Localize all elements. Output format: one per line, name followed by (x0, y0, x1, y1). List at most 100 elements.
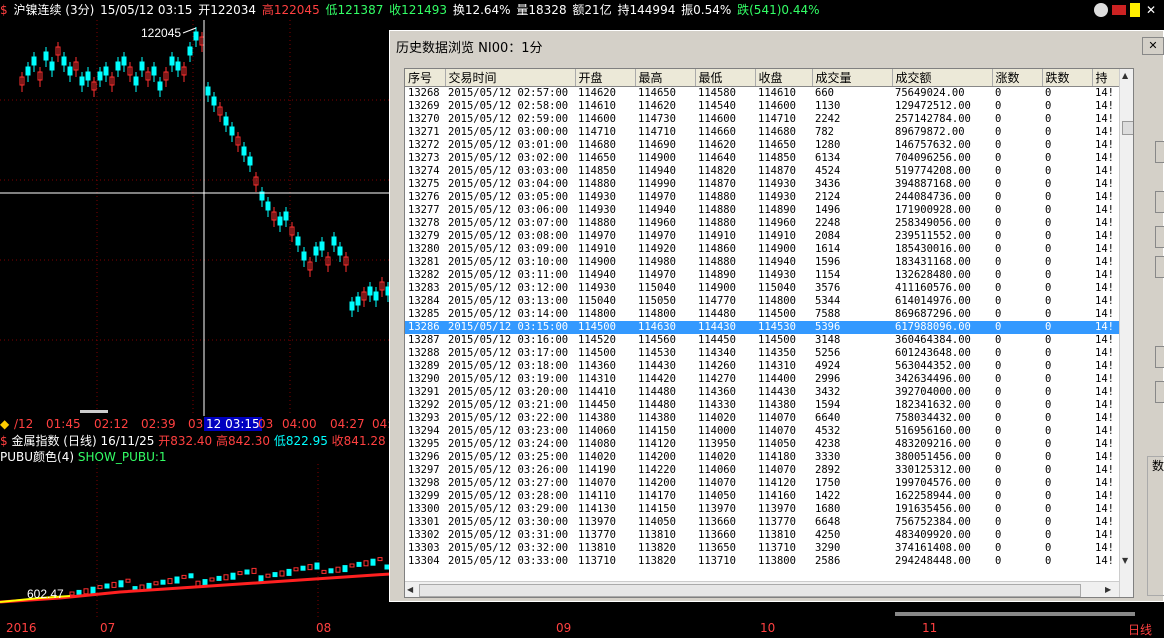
table-row[interactable]: 13272 2015/05/12 03:01:00 114680 114690 1146… (405, 139, 1119, 152)
column-header[interactable]: 最低 (695, 69, 756, 87)
table-row[interactable]: 13269 2015/05/12 02:58:00 114610 114620 1145… (405, 100, 1119, 113)
table-row[interactable]: 13285 2015/05/12 03:14:00 114800 114800 1144… (405, 308, 1119, 321)
bottom-scrollbar[interactable] (895, 612, 1135, 616)
table-cell: 114880 (698, 256, 736, 268)
table-row[interactable]: 13277 2015/05/12 03:06:00 114930 114940 1148… (405, 204, 1119, 217)
table-cell: 114520 (578, 334, 616, 346)
table-cell: 0 (995, 373, 1002, 385)
table-cell: 0 (995, 503, 1002, 515)
table-cell: 114880 (578, 178, 616, 190)
side-button[interactable] (1155, 346, 1164, 368)
side-button[interactable] (1155, 381, 1164, 403)
column-header[interactable]: 交易时间 (445, 69, 576, 87)
table-row[interactable]: 13290 2015/05/12 03:19:00 114310 114420 1142… (405, 373, 1119, 386)
column-header[interactable]: 跌数 (1042, 69, 1093, 87)
table-row[interactable]: 13270 2015/05/12 02:59:00 114600 114730 1146… (405, 113, 1119, 126)
column-header[interactable]: 持 (1092, 69, 1120, 87)
side-button[interactable] (1155, 226, 1164, 248)
side-button[interactable] (1155, 256, 1164, 278)
table-cell: 3330 (815, 451, 841, 463)
column-header[interactable]: 收盘 (755, 69, 813, 87)
table-row[interactable]: 13293 2015/05/12 03:22:00 114380 114380 1140… (405, 412, 1119, 425)
column-header[interactable]: 序号 (405, 69, 446, 87)
table-row[interactable]: 13286 2015/05/12 03:15:00 114500 114630 1144… (405, 321, 1119, 334)
table-cell: 411160576.00 (895, 282, 971, 294)
table-cell: 114970 (638, 269, 676, 281)
side-button[interactable] (1155, 141, 1164, 163)
table-cell: 2015/05/12 03:18:00 (448, 360, 569, 372)
scroll-thumb[interactable] (1122, 121, 1133, 135)
scroll-down-icon[interactable]: ▼ (1122, 556, 1128, 565)
table-cell: 113710 (578, 555, 616, 567)
table-row[interactable]: 13299 2015/05/12 03:28:00 114110 114170 1140… (405, 490, 1119, 503)
index-daily-chart[interactable]: 602.47 (0, 464, 390, 620)
table-row[interactable]: 13281 2015/05/12 03:10:00 114900 114980 1148… (405, 256, 1119, 269)
table-row[interactable]: 13300 2015/05/12 03:29:00 114130 114150 1139… (405, 503, 1119, 516)
table-cell: 114450 (578, 399, 616, 411)
table-row[interactable]: 13291 2015/05/12 03:20:00 114410 114480 1143… (405, 386, 1119, 399)
toolbar-icon[interactable] (1112, 5, 1126, 15)
table-cell: 114650 (638, 87, 676, 99)
table-row[interactable]: 13282 2015/05/12 03:11:00 114940 114970 1148… (405, 269, 1119, 282)
table-cell: 7588 (815, 308, 841, 320)
vertical-scrollbar[interactable]: ▲ ▼ (1119, 69, 1133, 597)
table-row[interactable]: 13287 2015/05/12 03:16:00 114520 114560 1144… (405, 334, 1119, 347)
table-row[interactable]: 13271 2015/05/12 03:00:00 114710 114710 1146… (405, 126, 1119, 139)
column-header[interactable]: 涨数 (992, 69, 1043, 87)
table-row[interactable]: 13279 2015/05/12 03:08:00 114970 114970 1149… (405, 230, 1119, 243)
table-row[interactable]: 13283 2015/05/12 03:12:00 114930 115040 1149… (405, 282, 1119, 295)
table-cell: 113710 (698, 555, 736, 567)
table-row[interactable]: 13303 2015/05/12 03:32:00 113810 113820 1136… (405, 542, 1119, 555)
candle-body (133, 76, 139, 86)
close-panel-icon[interactable]: ✕ (1146, 3, 1160, 17)
table-row[interactable]: 13296 2015/05/12 03:25:00 114020 114200 1140… (405, 451, 1119, 464)
table-row[interactable]: 13289 2015/05/12 03:18:00 114360 114430 1142… (405, 360, 1119, 373)
alert-icon[interactable] (1130, 3, 1140, 17)
column-header[interactable]: 成交额 (892, 69, 993, 87)
column-header[interactable]: 成交量 (812, 69, 893, 87)
table-cell: 3432 (815, 386, 841, 398)
table-cell: 115040 (638, 282, 676, 294)
table-row[interactable]: 13288 2015/05/12 03:17:00 114500 114530 1143… (405, 347, 1119, 360)
table-row[interactable]: 13298 2015/05/12 03:27:00 114070 114200 1140… (405, 477, 1119, 490)
table-row[interactable]: 13292 2015/05/12 03:21:00 114450 114480 1143… (405, 399, 1119, 412)
table-cell: 0 (992, 321, 1042, 334)
table-cell: 114400 (758, 373, 796, 385)
hscroll-thumb[interactable] (419, 584, 1081, 597)
table-row[interactable]: 13278 2015/05/12 03:07:00 114880 114960 1148… (405, 217, 1119, 230)
table-cell: 114910 (758, 230, 796, 242)
table-cell: 3436 (815, 178, 841, 190)
table-row[interactable]: 13284 2015/05/12 03:13:00 115040 115050 1147… (405, 295, 1119, 308)
clock-icon[interactable] (1094, 3, 1108, 17)
scroll-left-icon[interactable]: ◀ (407, 585, 413, 594)
scroll-indicator[interactable] (80, 410, 108, 413)
horizontal-scrollbar[interactable]: ◀ ▶ (405, 581, 1119, 597)
column-header[interactable]: 开盘 (575, 69, 636, 87)
table-cell: 0 (995, 477, 1002, 489)
table-row[interactable]: 13276 2015/05/12 03:05:00 114930 114970 1148… (405, 191, 1119, 204)
table-row[interactable]: 13294 2015/05/12 03:23:00 114060 114150 1140… (405, 425, 1119, 438)
table-cell: 14! (1095, 204, 1114, 216)
scroll-up-icon[interactable]: ▲ (1122, 71, 1128, 80)
table-cell: 0 (995, 399, 1002, 411)
table-row[interactable]: 13297 2015/05/12 03:26:00 114190 114220 1140… (405, 464, 1119, 477)
table-row[interactable]: 13275 2015/05/12 03:04:00 114880 114990 1148… (405, 178, 1119, 191)
table-row[interactable]: 13268 2015/05/12 02:57:00 114620 114650 1145… (405, 87, 1119, 101)
table-cell: 0 (1045, 204, 1052, 216)
table-cell: 114070 (758, 464, 796, 476)
dialog-close-button[interactable]: ✕ (1142, 37, 1164, 55)
table-row[interactable]: 13280 2015/05/12 03:09:00 114910 114920 1148… (405, 243, 1119, 256)
table-row[interactable]: 13304 2015/05/12 03:33:00 113710 113820 1137… (405, 555, 1119, 568)
index-name: 金属指数 (日线) 16/11/25 (11, 434, 155, 448)
intraday-candle-chart[interactable]: 122045 (0, 20, 390, 416)
scroll-right-icon[interactable]: ▶ (1105, 585, 1111, 594)
table-cell: 13294 (408, 425, 440, 437)
column-header[interactable]: 最高 (635, 69, 696, 87)
table-row[interactable]: 13273 2015/05/12 03:02:00 114650 114900 1146… (405, 152, 1119, 165)
table-cell: 114630 (635, 321, 695, 334)
table-row[interactable]: 13295 2015/05/12 03:24:00 114080 114120 1139… (405, 438, 1119, 451)
table-row[interactable]: 13301 2015/05/12 03:30:00 113970 114050 1136… (405, 516, 1119, 529)
table-row[interactable]: 13302 2015/05/12 03:31:00 113770 113810 1136… (405, 529, 1119, 542)
table-row[interactable]: 13274 2015/05/12 03:03:00 114850 114940 1148… (405, 165, 1119, 178)
side-button[interactable] (1155, 191, 1164, 213)
